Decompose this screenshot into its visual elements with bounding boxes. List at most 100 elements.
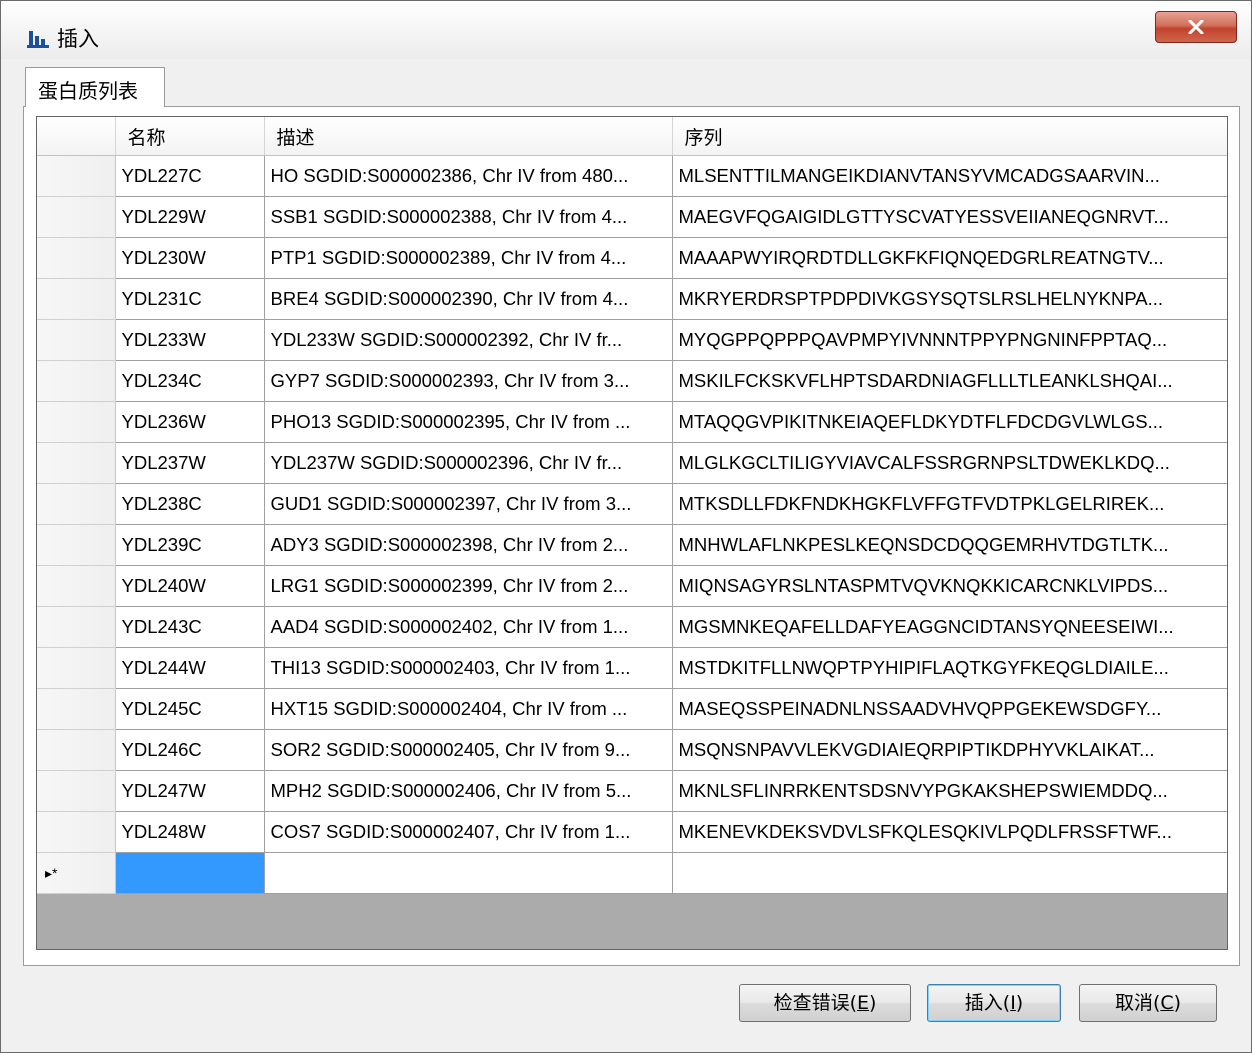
sequence-cell[interactable]: MSQNSNPAVVLEKVGDIAIEQRPIPTIKDPHYVKLAIKAT…: [672, 729, 1227, 771]
name-cell[interactable]: YDL237W: [115, 442, 265, 484]
name-cell[interactable]: YDL240W: [115, 565, 265, 607]
cancel-button[interactable]: 取消(C): [1079, 984, 1217, 1022]
row-header[interactable]: [37, 770, 116, 812]
description-cell[interactable]: LRG1 SGDID:S000002399, Chr IV from 2...: [264, 565, 673, 607]
description-cell[interactable]: YDL237W SGDID:S000002396, Chr IV fr...: [264, 442, 673, 484]
new-row[interactable]: ▸*: [37, 852, 1227, 894]
row-header[interactable]: [37, 483, 116, 525]
name-cell[interactable]: YDL236W: [115, 401, 265, 443]
row-header[interactable]: [37, 606, 116, 648]
table-row[interactable]: YDL236W PHO13 SGDID:S000002395, Chr IV fr…: [37, 401, 1227, 443]
name-cell[interactable]: YDL227C: [115, 155, 265, 197]
table-row[interactable]: YDL229W SSB1 SGDID:S000002388, Chr IV fro…: [37, 196, 1227, 238]
new-row-description-cell[interactable]: [264, 852, 673, 894]
sequence-cell[interactable]: MKRYERDRSPTPDPDIVKGSYSQTSLRSLHELNYKNPA..…: [672, 278, 1227, 320]
table-row[interactable]: YDL247W MPH2 SGDID:S000002406, Chr IV fro…: [37, 770, 1227, 812]
description-cell[interactable]: COS7 SGDID:S000002407, Chr IV from 1...: [264, 811, 673, 853]
row-header[interactable]: [37, 442, 116, 484]
check-errors-button[interactable]: 检查错误(E): [739, 984, 911, 1022]
title-bar[interactable]: 插入: [1, 1, 1251, 59]
row-header[interactable]: [37, 811, 116, 853]
sequence-cell[interactable]: MTAQQGVPIKITNKEIAQEFLDKYDTFLFDCDGVLWLGS.…: [672, 401, 1227, 443]
name-cell[interactable]: YDL229W: [115, 196, 265, 238]
table-row[interactable]: YDL239C ADY3 SGDID:S000002398, Chr IV fro…: [37, 524, 1227, 566]
name-cell[interactable]: YDL234C: [115, 360, 265, 402]
close-button[interactable]: [1155, 11, 1237, 43]
name-cell[interactable]: YDL244W: [115, 647, 265, 689]
name-cell[interactable]: YDL230W: [115, 237, 265, 279]
sequence-cell[interactable]: MASEQSSPEINADNLNSSAADVHVQPPGEKEWSDGFY...: [672, 688, 1227, 730]
sequence-cell[interactable]: MKNLSFLINRRKENTSDSNVYPGKAKSHEPSWIEMDDQ..…: [672, 770, 1227, 812]
protein-grid[interactable]: 名称 描述 序列 YDL227C HO SGDID:S000002386, Chr…: [36, 116, 1228, 950]
row-header[interactable]: [37, 647, 116, 689]
name-cell[interactable]: YDL238C: [115, 483, 265, 525]
sequence-cell[interactable]: MGSMNKEQAFELLDAFYEAGGNCIDTANSYQNEESEIWI.…: [672, 606, 1227, 648]
table-row[interactable]: YDL240W LRG1 SGDID:S000002399, Chr IV fro…: [37, 565, 1227, 607]
sequence-cell[interactable]: MLSENTTILMANGEIKDIANVTANSYVMCADGSAARVIN.…: [672, 155, 1227, 197]
table-row[interactable]: YDL237W YDL237W SGDID:S000002396, Chr IV …: [37, 442, 1227, 484]
table-row[interactable]: YDL246C SOR2 SGDID:S000002405, Chr IV fro…: [37, 729, 1227, 771]
name-cell[interactable]: YDL239C: [115, 524, 265, 566]
table-row[interactable]: YDL243C AAD4 SGDID:S000002402, Chr IV fro…: [37, 606, 1227, 648]
table-row[interactable]: YDL244W THI13 SGDID:S000002403, Chr IV fr…: [37, 647, 1227, 689]
table-row[interactable]: YDL227C HO SGDID:S000002386, Chr IV from …: [37, 155, 1227, 197]
table-row[interactable]: YDL231C BRE4 SGDID:S000002390, Chr IV fro…: [37, 278, 1227, 320]
description-cell[interactable]: SSB1 SGDID:S000002388, Chr IV from 4...: [264, 196, 673, 238]
table-row[interactable]: YDL234C GYP7 SGDID:S000002393, Chr IV fro…: [37, 360, 1227, 402]
insert-button[interactable]: 插入(I): [927, 984, 1061, 1022]
table-row[interactable]: YDL248W COS7 SGDID:S000002407, Chr IV fro…: [37, 811, 1227, 853]
tab-protein-list[interactable]: 蛋白质列表: [25, 67, 165, 107]
description-cell[interactable]: GUD1 SGDID:S000002397, Chr IV from 3...: [264, 483, 673, 525]
new-row-name-cell[interactable]: [115, 852, 265, 894]
description-cell[interactable]: PHO13 SGDID:S000002395, Chr IV from ...: [264, 401, 673, 443]
sequence-cell[interactable]: MSKILFCKSKVFLHPTSDARDNIAGFLLLTLEANKLSHQA…: [672, 360, 1227, 402]
sequence-cell[interactable]: MIQNSAGYRSLNTASPMTVQVKNQKKICARCNKLVIPDS.…: [672, 565, 1227, 607]
table-row[interactable]: YDL245C HXT15 SGDID:S000002404, Chr IV fr…: [37, 688, 1227, 730]
sequence-cell[interactable]: MAEGVFQGAIGIDLGTTYSCVATYESSVEIIANEQGNRVT…: [672, 196, 1227, 238]
column-header-name[interactable]: 名称: [115, 117, 265, 156]
sequence-cell[interactable]: MNHWLAFLNKPESLKEQNSDCDQQGEMRHVTDGTLTK...: [672, 524, 1227, 566]
row-header[interactable]: [37, 729, 116, 771]
sequence-cell[interactable]: MTKSDLLFDKFNDKHGKFLVFFGTFVDTPKLGELRIREK.…: [672, 483, 1227, 525]
description-cell[interactable]: PTP1 SGDID:S000002389, Chr IV from 4...: [264, 237, 673, 279]
row-header[interactable]: [37, 688, 116, 730]
description-cell[interactable]: YDL233W SGDID:S000002392, Chr IV fr...: [264, 319, 673, 361]
description-cell[interactable]: SOR2 SGDID:S000002405, Chr IV from 9...: [264, 729, 673, 771]
name-cell[interactable]: YDL245C: [115, 688, 265, 730]
row-header[interactable]: [37, 360, 116, 402]
row-header[interactable]: [37, 196, 116, 238]
new-row-sequence-cell[interactable]: [672, 852, 1227, 894]
table-row[interactable]: YDL233W YDL233W SGDID:S000002392, Chr IV …: [37, 319, 1227, 361]
sequence-cell[interactable]: MYQGPPQPPPQAVPMPYIVNNNTPPYPNGNINFPPTAQ..…: [672, 319, 1227, 361]
description-cell[interactable]: HO SGDID:S000002386, Chr IV from 480...: [264, 155, 673, 197]
sequence-cell[interactable]: MSTDKITFLLNWQPTPYHIPIFLAQTKGYFKEQGLDIAIL…: [672, 647, 1227, 689]
sequence-cell[interactable]: MAAAPWYIRQRDTDLLGKFKFIQNQEDGRLREATNGTV..…: [672, 237, 1227, 279]
row-header[interactable]: [37, 319, 116, 361]
name-cell[interactable]: YDL231C: [115, 278, 265, 320]
sequence-cell[interactable]: MLGLKGCLTILIGYVIAVCALFSSRGRNPSLTDWEKLKDQ…: [672, 442, 1227, 484]
name-cell[interactable]: YDL243C: [115, 606, 265, 648]
description-cell[interactable]: GYP7 SGDID:S000002393, Chr IV from 3...: [264, 360, 673, 402]
description-cell[interactable]: AAD4 SGDID:S000002402, Chr IV from 1...: [264, 606, 673, 648]
description-cell[interactable]: ADY3 SGDID:S000002398, Chr IV from 2...: [264, 524, 673, 566]
row-header[interactable]: [37, 155, 116, 197]
row-header[interactable]: [37, 237, 116, 279]
table-row[interactable]: YDL230W PTP1 SGDID:S000002389, Chr IV fro…: [37, 237, 1227, 279]
corner-header[interactable]: [37, 117, 116, 156]
sequence-cell[interactable]: MKENEVKDEKSVDVLSFKQLESQKIVLPQDLFRSSFTWF.…: [672, 811, 1227, 853]
row-header[interactable]: [37, 278, 116, 320]
table-row[interactable]: YDL238C GUD1 SGDID:S000002397, Chr IV fro…: [37, 483, 1227, 525]
name-cell[interactable]: YDL247W: [115, 770, 265, 812]
name-cell[interactable]: YDL248W: [115, 811, 265, 853]
name-cell[interactable]: YDL233W: [115, 319, 265, 361]
description-cell[interactable]: THI13 SGDID:S000002403, Chr IV from 1...: [264, 647, 673, 689]
row-header[interactable]: [37, 401, 116, 443]
row-header[interactable]: [37, 565, 116, 607]
row-header[interactable]: [37, 524, 116, 566]
name-cell[interactable]: YDL246C: [115, 729, 265, 771]
description-cell[interactable]: MPH2 SGDID:S000002406, Chr IV from 5...: [264, 770, 673, 812]
column-header-sequence[interactable]: 序列: [672, 117, 1227, 156]
description-cell[interactable]: HXT15 SGDID:S000002404, Chr IV from ...: [264, 688, 673, 730]
new-row-marker[interactable]: ▸*: [37, 852, 116, 894]
description-cell[interactable]: BRE4 SGDID:S000002390, Chr IV from 4...: [264, 278, 673, 320]
